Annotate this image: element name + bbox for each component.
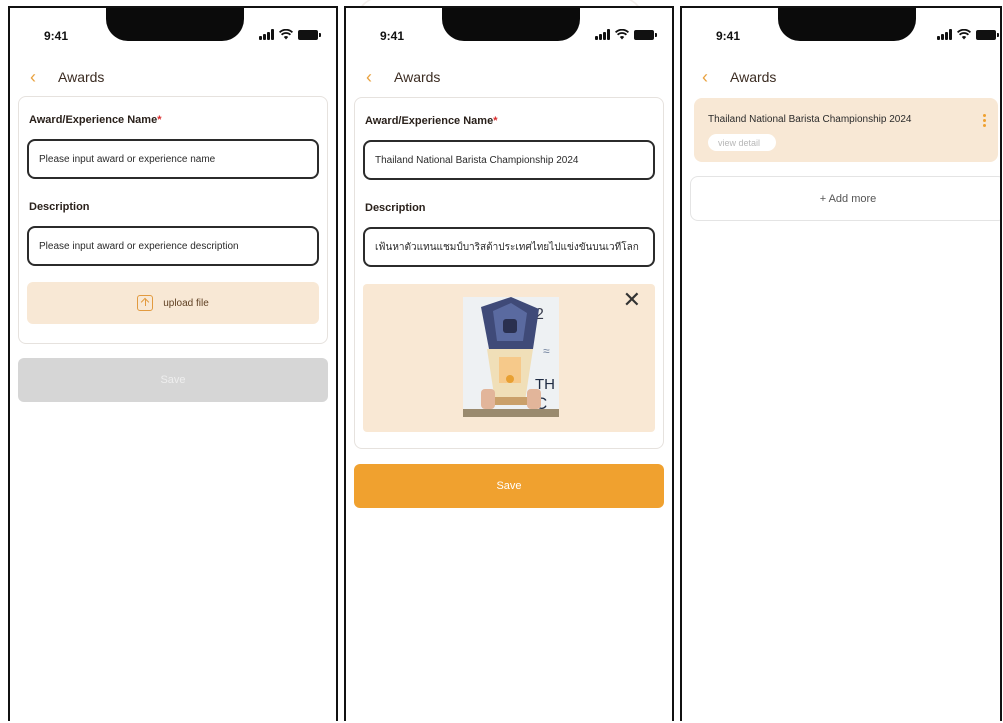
add-more-button[interactable]: + Add more <box>690 176 1000 221</box>
notch <box>778 8 916 41</box>
notch <box>106 8 244 41</box>
wifi-icon <box>615 29 629 40</box>
wifi-icon <box>279 29 293 40</box>
uploaded-image-preview: 2 ≈ TH C ✕ <box>363 284 655 432</box>
award-form-card: Award/Experience Name* Thailand National… <box>354 97 664 449</box>
status-time: 9:41 <box>380 29 405 43</box>
description-label: Description <box>365 202 426 214</box>
back-chevron-icon[interactable]: ‹ <box>366 68 388 86</box>
save-button[interactable]: Save <box>354 464 664 508</box>
svg-text:≈: ≈ <box>543 344 550 358</box>
name-input[interactable]: Thailand National Barista Championship 2… <box>363 140 655 180</box>
status-icons <box>595 29 657 40</box>
award-list-item[interactable]: Thailand National Barista Championship 2… <box>694 98 998 162</box>
page-title: Awards <box>730 69 777 85</box>
page-title: Awards <box>58 69 105 85</box>
description-label: Description <box>29 201 90 213</box>
upload-file-button[interactable]: upload file <box>27 282 319 324</box>
more-vertical-icon[interactable] <box>983 114 986 127</box>
required-mark: * <box>157 114 162 126</box>
phone-screen-awards-list: 9:41 ‹ Awards Thailand National Barista … <box>680 6 1002 721</box>
close-icon[interactable]: ✕ <box>623 290 641 312</box>
signal-icon <box>595 29 610 40</box>
signal-icon <box>937 29 952 40</box>
save-button[interactable]: Save <box>18 358 328 402</box>
award-form-card: Award/Experience Name* Please input awar… <box>18 96 328 344</box>
back-chevron-icon[interactable]: ‹ <box>702 68 724 86</box>
phone-screen-filled-form: 9:41 ‹ Awards Award/Experience Name* Tha… <box>344 6 674 721</box>
header: ‹ Awards <box>702 66 980 88</box>
status-icons <box>259 29 321 40</box>
battery-icon <box>298 29 321 40</box>
status-bar: 9:41 <box>682 8 1000 48</box>
header: ‹ Awards <box>30 66 316 88</box>
status-icons <box>937 29 999 40</box>
wifi-icon <box>957 29 971 40</box>
status-bar: 9:41 <box>346 8 672 48</box>
name-input[interactable]: Please input award or experience name <box>27 139 319 179</box>
phone-screen-empty-form: 9:41 ‹ Awards Award/Experience Name* Ple… <box>8 6 338 721</box>
description-input[interactable]: เฟ้นหาตัวแทนแชมป์บาริสต้าประเทศไทยไปแข่ง… <box>363 227 655 267</box>
page-title: Awards <box>394 69 441 85</box>
award-item-title: Thailand National Barista Championship 2… <box>708 114 912 125</box>
upload-icon <box>137 295 154 311</box>
trophy-photo: 2 ≈ TH C <box>463 297 559 417</box>
name-label: Award/Experience Name* <box>365 115 498 127</box>
view-detail-button[interactable]: view detail <box>708 134 776 151</box>
name-label: Award/Experience Name* <box>29 114 162 126</box>
notch <box>442 8 580 41</box>
status-bar: 9:41 <box>10 8 336 48</box>
back-chevron-icon[interactable]: ‹ <box>30 68 52 86</box>
header: ‹ Awards <box>366 66 652 88</box>
upload-label: upload file <box>163 297 209 309</box>
status-time: 9:41 <box>716 29 741 43</box>
description-input[interactable]: Please input award or experience descrip… <box>27 226 319 266</box>
signal-icon <box>259 29 274 40</box>
battery-icon <box>976 29 999 40</box>
status-time: 9:41 <box>44 29 69 43</box>
required-mark: * <box>493 115 498 127</box>
battery-icon <box>634 29 657 40</box>
